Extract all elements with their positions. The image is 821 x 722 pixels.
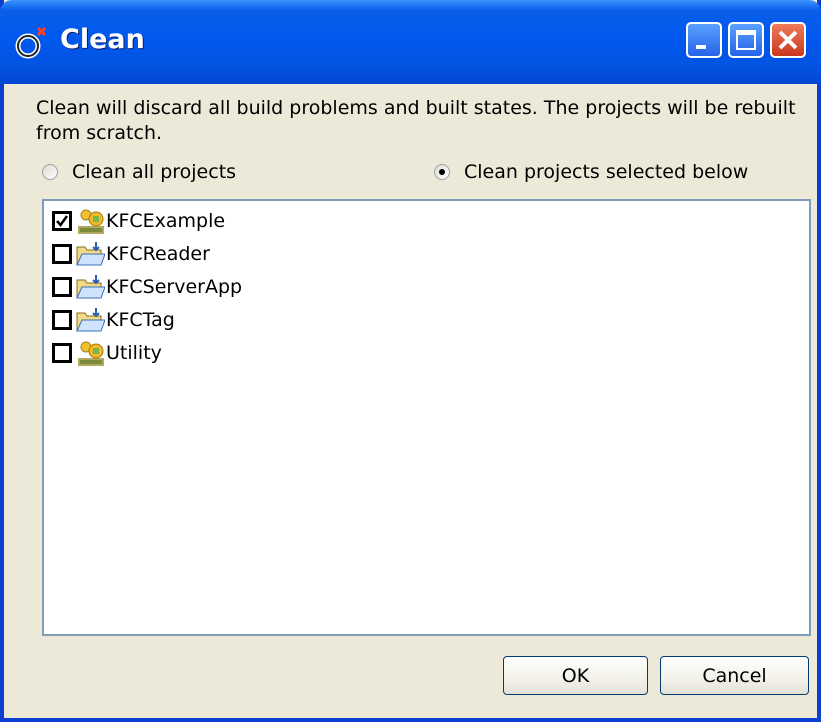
project-item-kfcreader[interactable]: KFCReader — [52, 238, 210, 270]
title-bar[interactable]: Clean — [0, 0, 821, 84]
minimize-button[interactable] — [686, 22, 722, 58]
close-button[interactable] — [770, 22, 806, 58]
maximize-button[interactable] — [728, 22, 764, 58]
ok-button[interactable]: OK — [503, 656, 648, 695]
project-label: KFCTag — [106, 309, 175, 331]
clean-dialog: Clean Clean will discard all build probl… — [0, 0, 821, 722]
project-label: KFCServerApp — [106, 276, 243, 298]
clean-selected-radio[interactable]: Clean projects selected below — [434, 160, 748, 184]
eclipse-app-icon — [15, 26, 47, 59]
minimize-icon — [696, 45, 706, 49]
cancel-button[interactable]: Cancel — [660, 656, 809, 695]
checkmark-icon — [56, 215, 69, 228]
radio-indicator[interactable] — [42, 164, 58, 180]
clean-all-label: Clean all projects — [72, 161, 237, 183]
project-list[interactable]: KFCExample KFCReader KFCServerApp KFCTag… — [42, 199, 811, 636]
folder-project-icon — [76, 275, 105, 299]
clean-selected-label: Clean projects selected below — [464, 161, 749, 183]
project-checkbox[interactable] — [52, 277, 72, 297]
folder-project-icon — [76, 308, 105, 332]
project-label: Utility — [106, 342, 162, 364]
folder-project-icon — [76, 242, 105, 266]
project-checkbox[interactable] — [52, 211, 72, 231]
dialog-description: Clean will discard all build problems an… — [36, 97, 796, 144]
maximize-icon — [736, 30, 756, 50]
project-checkbox[interactable] — [52, 244, 72, 264]
project-item-utility[interactable]: Utility — [52, 337, 162, 369]
java-project-icon — [78, 209, 104, 234]
clean-all-radio[interactable]: Clean all projects — [42, 160, 236, 184]
window-title: Clean — [60, 24, 145, 55]
project-checkbox[interactable] — [52, 343, 72, 363]
project-label: KFCExample — [106, 210, 226, 232]
project-item-kfcexample[interactable]: KFCExample — [52, 205, 225, 237]
radio-indicator-selected[interactable] — [434, 164, 450, 180]
close-icon — [778, 30, 798, 50]
project-label: KFCReader — [106, 243, 210, 265]
project-item-kfcserverapp[interactable]: KFCServerApp — [52, 271, 242, 303]
java-project-icon — [78, 341, 104, 366]
project-item-kfctag[interactable]: KFCTag — [52, 304, 175, 336]
project-checkbox[interactable] — [52, 310, 72, 330]
